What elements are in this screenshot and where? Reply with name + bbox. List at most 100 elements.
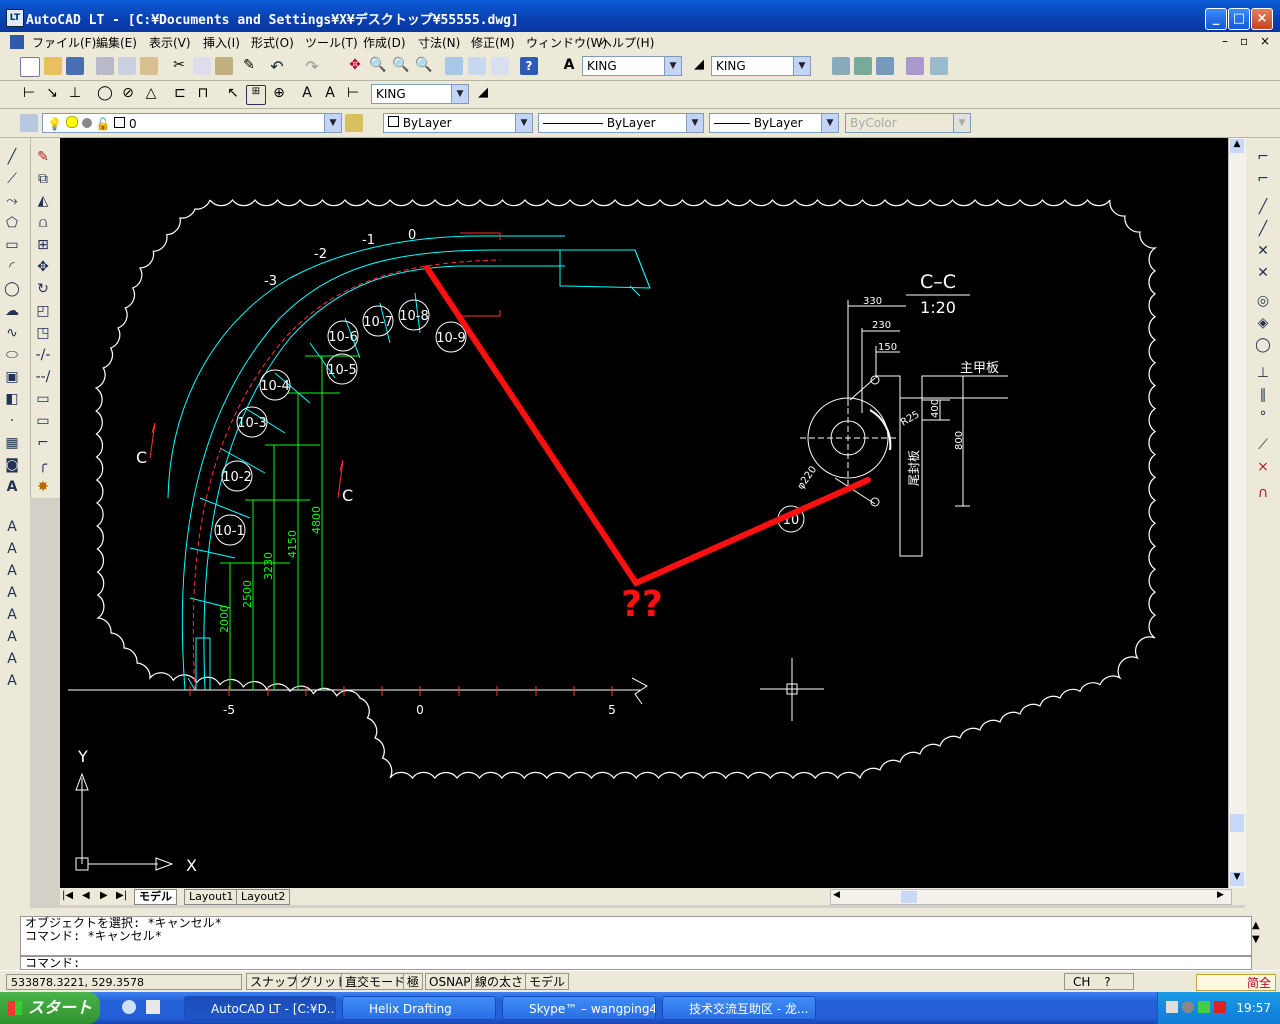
polyline-icon[interactable]: ⤳ <box>3 192 21 210</box>
aligned-dim-icon[interactable]: ↘ <box>43 85 61 103</box>
scale-text-icon[interactable]: A <box>3 650 21 668</box>
color-select[interactable]: ByLayer ▼ <box>383 113 533 133</box>
tool-palettes-icon[interactable] <box>491 57 509 75</box>
horizontal-scrollbar[interactable]: ◀ ▶ <box>830 889 1232 905</box>
tolerance-icon[interactable]: ⊞ <box>246 85 266 105</box>
command-input[interactable]: コマンド: <box>20 956 1252 970</box>
menu-help[interactable]: ヘルプ(H) <box>600 34 654 51</box>
volume-icon[interactable] <box>1182 1001 1194 1013</box>
linetype-select[interactable]: ByLayer ▼ <box>538 113 704 133</box>
extend-icon[interactable]: --/ <box>34 368 52 386</box>
security-icon[interactable] <box>1198 1001 1210 1013</box>
justify-text-icon[interactable]: A <box>3 672 21 690</box>
dim-edit-icon[interactable]: A <box>298 85 316 103</box>
rectangle-icon[interactable]: ▭ <box>3 236 21 254</box>
ordinate-dim-icon[interactable]: ⊥ <box>66 85 84 103</box>
quicklaunch-desktop-icon[interactable] <box>146 1000 160 1014</box>
menu-edit[interactable]: 編集(E) <box>96 34 137 51</box>
redo-icon[interactable]: ↷ <box>303 57 321 76</box>
zoom-realtime-icon[interactable]: 🔍 <box>369 57 387 75</box>
layer-manager-icon[interactable] <box>906 57 924 75</box>
task-forum[interactable]: 技术交流互助区 - 龙... <box>662 996 816 1020</box>
dim-update-icon[interactable]: ⊢ <box>344 85 362 103</box>
mtext-icon[interactable]: A <box>3 478 21 496</box>
dtext-icon[interactable]: A <box>3 540 21 558</box>
make-current-layer-icon[interactable] <box>345 114 363 132</box>
network-icon[interactable] <box>1166 1001 1178 1013</box>
snap-intersection-icon[interactable]: ✕ <box>1254 242 1272 260</box>
dim-style-select[interactable]: KING ▼ <box>711 56 811 76</box>
point-icon[interactable]: · <box>3 412 21 430</box>
snap-quadrant-icon[interactable]: ◈ <box>1254 314 1272 332</box>
publish-icon[interactable] <box>140 57 158 75</box>
osnap-settings-icon[interactable]: ∩ <box>1254 484 1272 502</box>
layer-select[interactable]: 💡 🔓 0 ▼ <box>42 113 342 133</box>
zoom-window-icon[interactable]: 🔍 <box>392 57 410 75</box>
snap-node-icon[interactable]: ° <box>1254 408 1272 426</box>
rotate-icon[interactable]: ↻ <box>34 280 52 298</box>
snap-toggle[interactable]: スナップ <box>246 973 303 990</box>
zoom-previous-icon[interactable]: 🔍 <box>415 57 433 75</box>
snap-center-icon[interactable]: ◎ <box>1254 292 1272 310</box>
find-text-icon[interactable]: A <box>3 584 21 602</box>
snap-apparent-icon[interactable]: ✕ <box>1254 264 1272 282</box>
tab-prev-icon[interactable]: ◀ <box>82 890 90 901</box>
doc-close-button[interactable]: × <box>1260 34 1270 48</box>
region-icon[interactable]: ◙ <box>3 456 21 474</box>
copy-icon[interactable] <box>193 57 211 75</box>
tab-layout1[interactable]: Layout1 <box>184 889 239 905</box>
menu-window[interactable]: ウィンドウ(W) <box>526 34 607 51</box>
task-helix[interactable]: Helix Drafting <box>342 996 496 1020</box>
menu-file[interactable]: ファイル(F) <box>32 34 96 51</box>
make-block-icon[interactable]: ◧ <box>3 390 21 408</box>
continue-dim-icon[interactable]: ⊓ <box>194 85 212 103</box>
hatch-icon[interactable]: ▦ <box>3 434 21 452</box>
scroll-thumb[interactable] <box>1230 814 1244 832</box>
snap-perpendicular-icon[interactable]: ⊥ <box>1254 364 1272 382</box>
text-style-icon[interactable]: A <box>3 628 21 646</box>
scroll-down-icon[interactable]: ▼ <box>1230 872 1244 886</box>
sheet-icon[interactable] <box>876 57 894 75</box>
erase-icon[interactable]: ✎ <box>34 148 52 166</box>
break-icon[interactable]: ▭ <box>34 390 52 408</box>
undo-icon[interactable]: ↶ <box>268 57 286 76</box>
open-icon[interactable] <box>44 57 62 75</box>
close-button[interactable]: × <box>1251 8 1273 30</box>
dim-text-edit-icon[interactable]: A <box>321 85 339 103</box>
layers-icon[interactable] <box>20 114 38 132</box>
text-style-icon[interactable]: A <box>560 57 578 75</box>
cut-icon[interactable]: ✂ <box>170 57 188 75</box>
ime-indicator[interactable]: CH ? <box>1064 973 1134 990</box>
paste-icon[interactable] <box>215 57 233 75</box>
snap-nearest-icon[interactable]: ⟋ <box>1254 436 1272 454</box>
menu-insert[interactable]: 挿入(I) <box>203 34 240 51</box>
snap-midpoint-icon[interactable]: ╱ <box>1254 220 1272 238</box>
diameter-dim-icon[interactable]: ⊘ <box>119 85 137 103</box>
linear-dim-icon[interactable]: ⊢ <box>20 85 38 103</box>
snap-endpoint-icon[interactable]: ╱ <box>1254 198 1272 216</box>
new-icon[interactable] <box>20 57 40 77</box>
fillet-icon[interactable]: ╭ <box>34 456 52 474</box>
radius-dim-icon[interactable]: ◯ <box>96 85 114 103</box>
arc-icon[interactable]: ◜ <box>3 258 21 276</box>
pan-icon[interactable]: ✥ <box>346 57 364 75</box>
chamfer-icon[interactable]: ⌐ <box>34 434 52 452</box>
line-icon[interactable]: ╱ <box>3 148 21 166</box>
match-properties-icon[interactable]: ✎ <box>240 57 258 75</box>
task-autocad[interactable]: AutoCAD LT - [C:¥D... <box>184 996 336 1020</box>
move-icon[interactable]: ✥ <box>34 258 52 276</box>
dim-style-select-2[interactable]: KING ▼ <box>371 84 469 104</box>
doc-minimize-button[interactable]: – <box>1222 34 1228 48</box>
scale-icon[interactable]: ◰ <box>34 302 52 320</box>
tab-next-icon[interactable]: ▶ <box>100 890 108 901</box>
leader-icon[interactable]: ↖ <box>224 85 242 103</box>
tab-last-icon[interactable]: ▶| <box>116 890 127 901</box>
properties-icon[interactable] <box>445 57 463 75</box>
dim-style-manager-icon[interactable]: ◢ <box>474 85 492 103</box>
lineweight-select[interactable]: ByLayer ▼ <box>709 113 839 133</box>
scroll-left-icon[interactable]: ◀ <box>833 890 840 900</box>
menu-format[interactable]: 形式(O) <box>251 34 294 51</box>
save-icon[interactable] <box>66 57 84 75</box>
scroll-up-icon[interactable]: ▲ <box>1230 139 1244 153</box>
join-icon[interactable]: ▭ <box>34 412 52 430</box>
